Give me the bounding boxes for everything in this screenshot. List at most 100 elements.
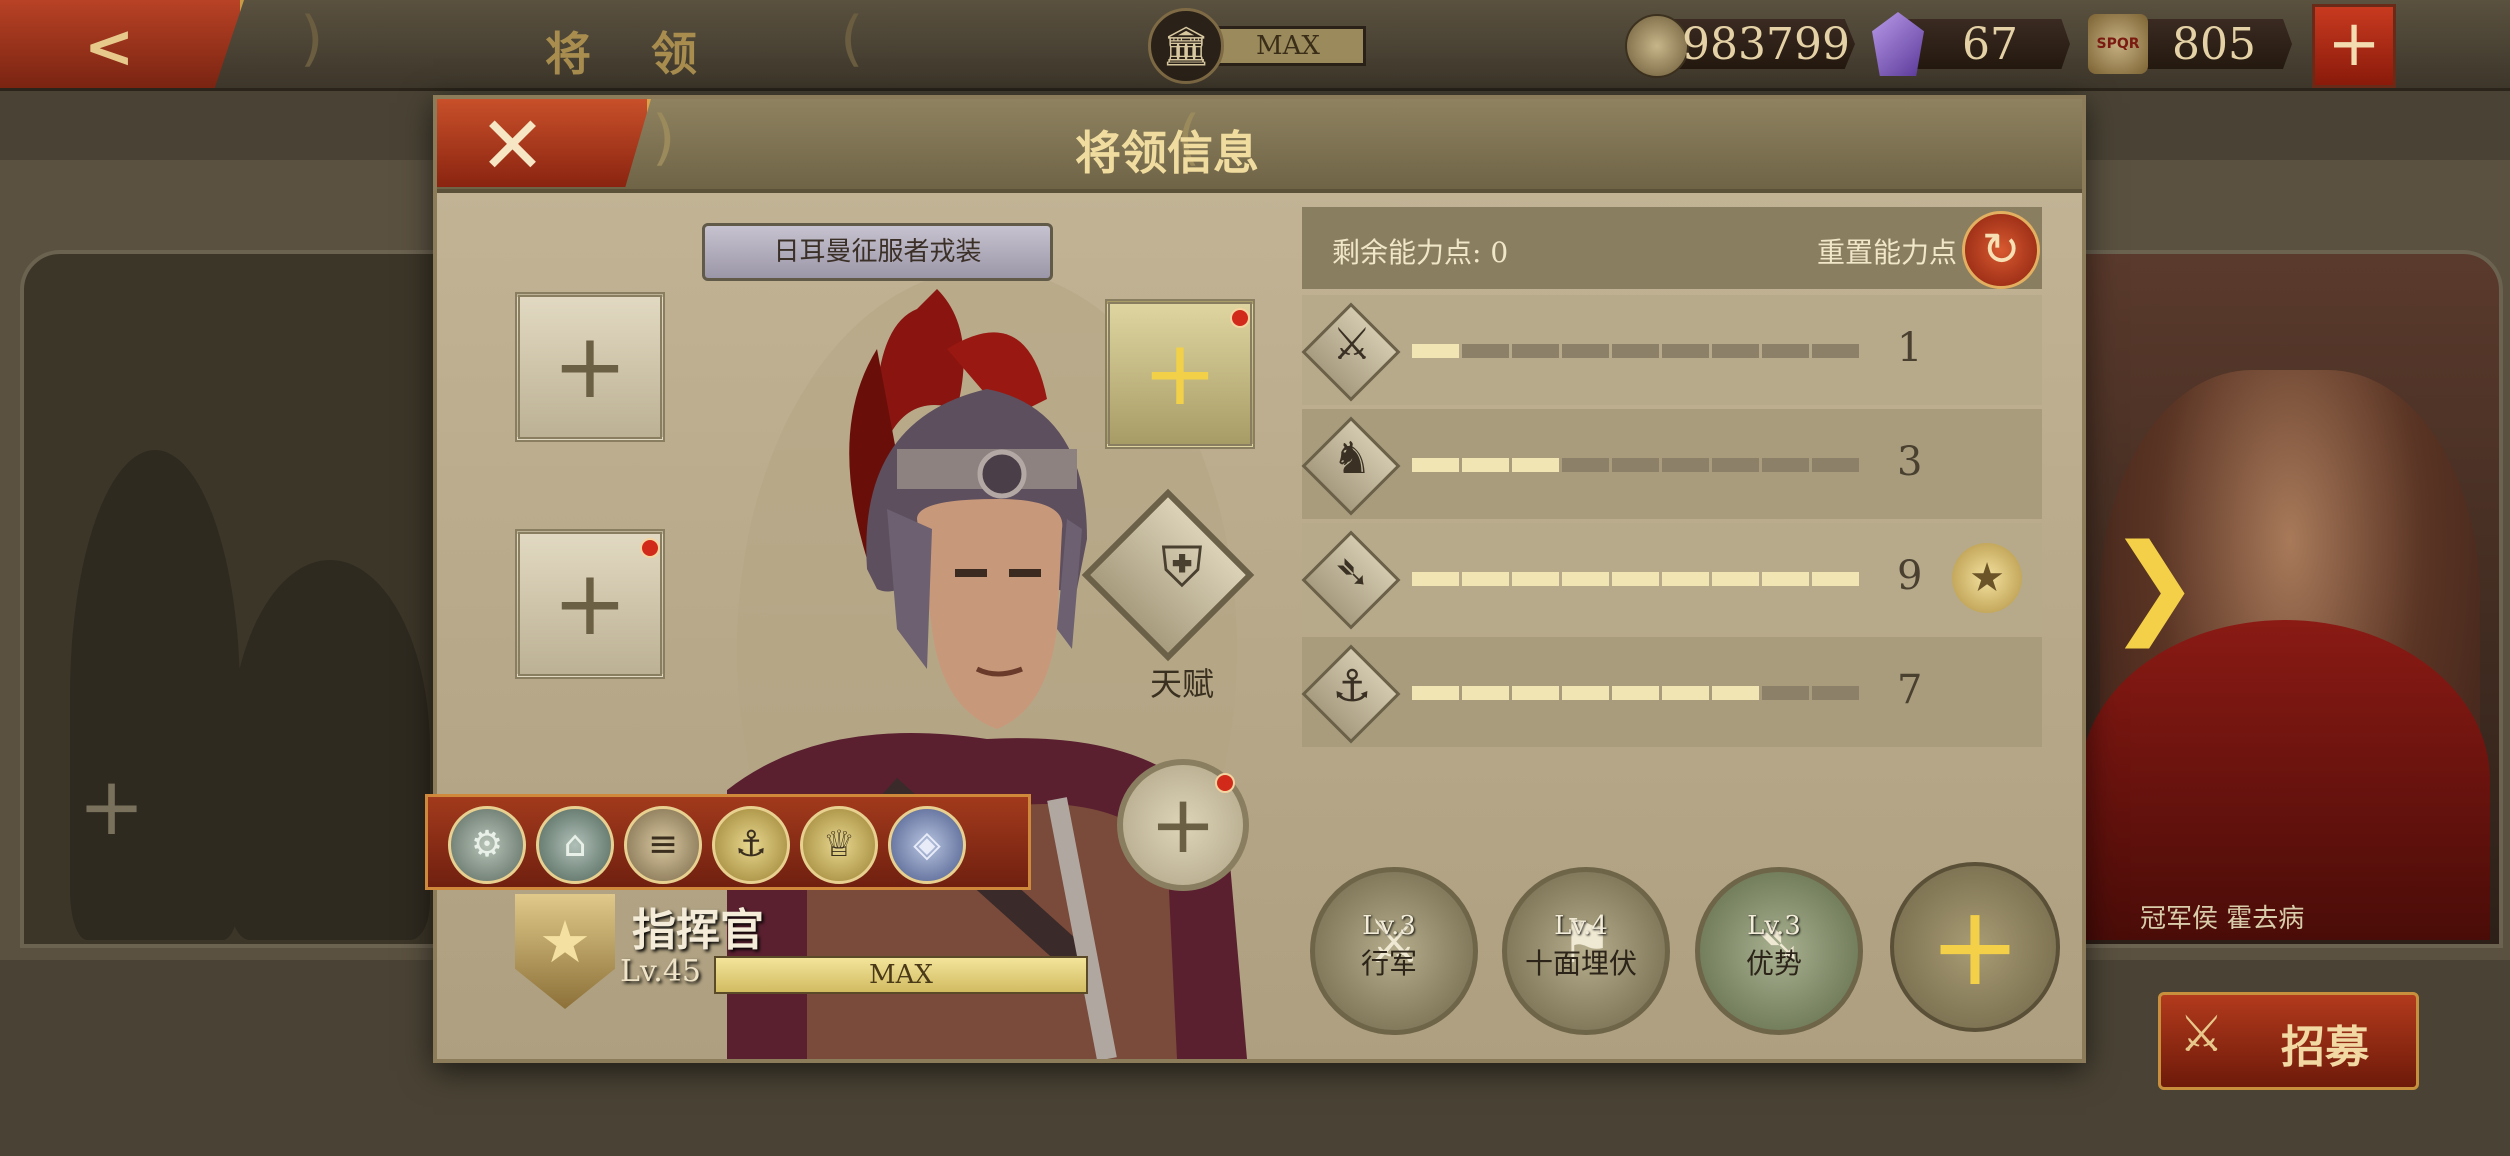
bow-icon: ➴ xyxy=(1333,547,1371,598)
helmet-plus-icon: ⚔ xyxy=(2179,1005,2224,1063)
skill-icon-strip: ⚙ ⌂ ≡ ⚓ ♕ ◈ xyxy=(425,794,1031,890)
stat-row-navy: ⚓ 7 xyxy=(1301,637,2042,747)
stat-bar-segment-empty xyxy=(1662,344,1709,358)
skill-temple-icon[interactable]: ⌂ xyxy=(536,806,614,884)
troop-skill-level: Lv.3 xyxy=(1362,911,1416,941)
notification-dot xyxy=(640,538,660,558)
stat-bar-segment-filled xyxy=(1762,572,1809,586)
skill-ship-icon[interactable]: ⚓ xyxy=(712,806,790,884)
notification-dot xyxy=(1230,308,1250,328)
add-equipment-icon: + xyxy=(1142,321,1218,426)
skill-shield-icon[interactable]: ◈ xyxy=(888,806,966,884)
helmet-icon: ⛨ xyxy=(1161,535,1203,600)
equipment-slot-scroll[interactable]: + xyxy=(515,292,665,442)
stat-bar-segment-empty xyxy=(1462,344,1509,358)
reset-refresh-icon[interactable]: ↻ xyxy=(1962,211,2040,289)
troop-skill-name: 十面埋伏 xyxy=(1524,947,1637,980)
stat-bar-segment-empty xyxy=(1812,458,1859,472)
stat-bar-segment-empty xyxy=(1762,458,1809,472)
rank-title: 指挥官 xyxy=(632,905,764,956)
horse-icon: ♞ xyxy=(1332,433,1372,484)
stat-value: 3 xyxy=(1897,439,1923,485)
troop-skill-name: 优势 xyxy=(1745,947,1802,980)
laurel-left-icon: ) xyxy=(300,4,324,74)
stat-bar-segment-empty xyxy=(1762,344,1809,358)
laurel-right-icon: ( xyxy=(840,4,864,74)
general-level: Lv.45 xyxy=(620,954,702,989)
sword-icon: ⚔ xyxy=(1332,319,1372,370)
back-arrow-icon: < xyxy=(84,12,135,82)
stat-bar-segment-filled xyxy=(1512,686,1559,700)
add-resource-button[interactable]: + xyxy=(2312,4,2396,88)
general-info-dialog: ✕ ) ( 将领信息 日耳曼征服者戎装 + + + ⛨ 天赋 + ⚙ ⌂ ≡ ⚓… xyxy=(425,95,2086,1063)
close-button[interactable]: ✕ xyxy=(437,99,651,187)
stat-bar-segment-filled xyxy=(1662,686,1709,700)
gem-value: 67 xyxy=(1962,19,2018,70)
stats-header: 剩余能力点: 0 重置能力点 ↻ xyxy=(1302,207,2042,289)
accessory-slot[interactable]: + xyxy=(1117,759,1249,891)
coin-icon xyxy=(1625,14,1689,78)
troop-skill-level: Lv.3 xyxy=(1747,911,1801,941)
level-bar-label: MAX xyxy=(869,960,933,990)
stat-bar-segment-filled xyxy=(1412,686,1459,700)
stat-bar-segment-filled xyxy=(1412,344,1459,358)
troop-skill-level: Lv.4 xyxy=(1554,911,1608,941)
stat-bar-segment-filled xyxy=(1712,686,1759,700)
add-troop-skill-button[interactable]: + xyxy=(1890,862,2060,1032)
stat-row-archer: ➴ 9 ★ xyxy=(1301,523,2042,633)
stat-bar-segment-empty xyxy=(1562,458,1609,472)
recruit-label: 招募 xyxy=(2281,1022,2369,1073)
notification-dot xyxy=(1215,773,1235,793)
stat-bar-segment-filled xyxy=(1462,686,1509,700)
stat-bar-segment-empty xyxy=(1712,458,1759,472)
stat-bar-segment-empty xyxy=(1762,686,1809,700)
stat-bar-segment-filled xyxy=(1612,686,1659,700)
max-rank-medal-icon[interactable]: ★ xyxy=(1952,543,2022,613)
spqr-icon: SPQR xyxy=(2088,14,2148,74)
talent-label: 天赋 xyxy=(1149,665,1214,703)
stat-bar-segment-empty xyxy=(1562,344,1609,358)
reset-points-label: 重置能力点 xyxy=(1817,236,1958,269)
stat-bar-segment-filled xyxy=(1462,572,1509,586)
equipment-slot-weapons[interactable]: + xyxy=(515,529,665,679)
stat-bar-segment-empty xyxy=(1612,458,1659,472)
stat-bar-segment-filled xyxy=(1512,458,1559,472)
laurel-left-icon: ) xyxy=(652,103,676,173)
skill-gear-icon[interactable]: ⚙ xyxy=(448,806,526,884)
building-icon[interactable]: 🏛 xyxy=(1148,8,1224,84)
costume-name-label[interactable]: 日耳曼征服者戎装 xyxy=(702,223,1053,281)
stat-bar-segment-filled xyxy=(1562,572,1609,586)
add-general-icon[interactable]: + xyxy=(78,760,145,853)
stat-bar-segment-filled xyxy=(1412,572,1459,586)
equipment-slot-eye[interactable]: + xyxy=(1105,299,1255,449)
anchor-icon: ⚓ xyxy=(1332,661,1372,712)
building-level-bar: MAX xyxy=(1210,26,1366,66)
stat-row-cavalry: ♞ 3 xyxy=(1301,409,2042,519)
stat-bar-segment-empty xyxy=(1512,344,1559,358)
stat-value: 9 xyxy=(1897,553,1923,599)
next-general-name: 冠军侯 霍去病 xyxy=(2140,904,2305,934)
stat-bar-segment-filled xyxy=(1462,458,1509,472)
stat-bar-segment-filled xyxy=(1412,458,1459,472)
next-general-arrow-icon[interactable]: ❯ xyxy=(2108,520,2200,648)
stat-row-infantry: ⚔ 1 xyxy=(1301,295,2042,405)
stat-bar-segment-empty xyxy=(1812,344,1859,358)
stat-bar-segment-empty xyxy=(1662,458,1709,472)
stats-panel: 剩余能力点: 0 重置能力点 ↻ ⚔ 1 ♞ 3 ➴ 9 ★ ⚓ 7 xyxy=(1301,207,2042,847)
skill-crown-icon[interactable]: ♕ xyxy=(800,806,878,884)
skill-book-icon[interactable]: ≡ xyxy=(624,806,702,884)
rank-badge: ★ xyxy=(515,894,615,1009)
troop-skill-name: 行军 xyxy=(1360,947,1417,980)
back-button[interactable]: < xyxy=(0,0,244,88)
page-title: 将 领 xyxy=(545,27,720,81)
dialog-title: 将领信息 xyxy=(1075,126,1259,180)
add-equipment-icon: + xyxy=(552,551,628,656)
stat-value: 7 xyxy=(1897,667,1923,713)
stat-bar-segment-empty xyxy=(1812,686,1859,700)
star-icon: ★ xyxy=(539,908,591,976)
level-progress-bar: MAX xyxy=(714,956,1088,994)
recruit-button[interactable]: ⚔ 招募 xyxy=(2158,992,2419,1090)
close-icon: ✕ xyxy=(479,99,547,192)
plus-icon: + xyxy=(1928,882,2022,1010)
stat-bar-segment-filled xyxy=(1562,686,1609,700)
